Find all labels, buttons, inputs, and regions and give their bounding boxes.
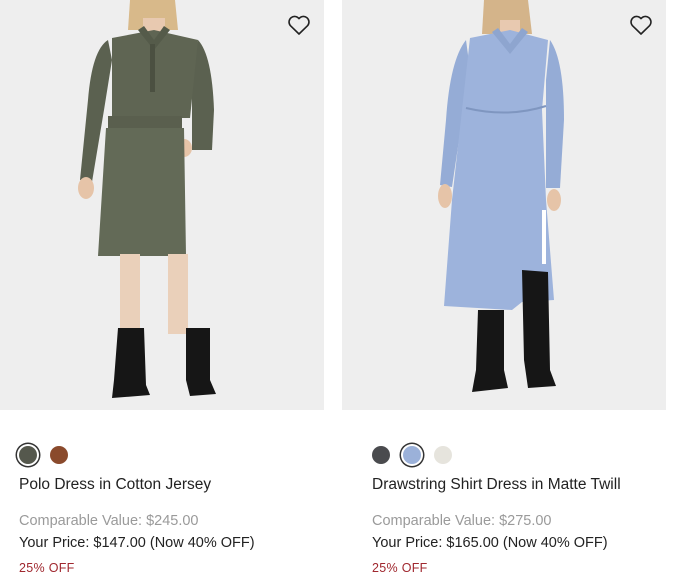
color-swatch[interactable] [434,446,452,464]
discount-badge: 25% OFF [372,561,428,575]
product-name[interactable]: Polo Dress in Cotton Jersey [19,476,211,494]
heart-icon[interactable] [629,14,653,36]
color-swatches [19,446,81,464]
your-price: Your Price: $165.00 (Now 40% OFF) [372,535,608,551]
color-swatch[interactable] [19,446,37,464]
polo-dress-photo [0,0,324,410]
comparable-value: Comparable Value: $245.00 [19,513,199,529]
color-swatch[interactable] [50,446,68,464]
product-name[interactable]: Drawstring Shirt Dress in Matte Twill [372,476,621,494]
product-card: Drawstring Shirt Dress in Matte Twill Co… [342,0,666,575]
product-card: Polo Dress in Cotton Jersey Comparable V… [0,0,324,575]
comparable-value: Comparable Value: $275.00 [372,513,552,529]
product-image[interactable] [0,0,324,410]
color-swatch[interactable] [372,446,390,464]
your-price: Your Price: $147.00 (Now 40% OFF) [19,535,255,551]
heart-icon[interactable] [287,14,311,36]
color-swatch[interactable] [403,446,421,464]
discount-badge: 25% OFF [19,561,75,575]
color-swatches [372,446,465,464]
product-image[interactable] [342,0,666,410]
shirt-dress-photo [342,0,666,410]
